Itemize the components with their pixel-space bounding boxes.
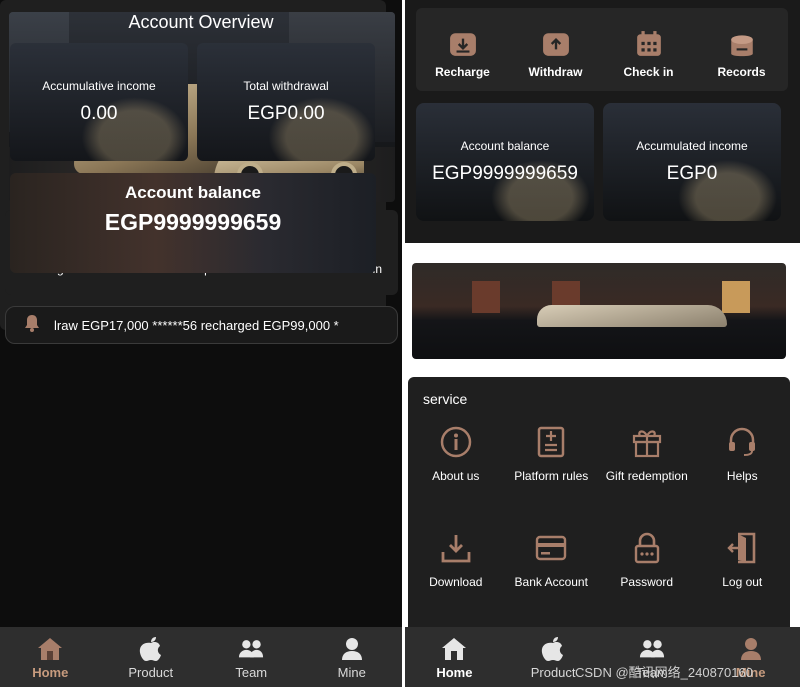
account-overview-title: Account Overview <box>128 12 274 32</box>
nav-home[interactable]: Home <box>405 627 504 687</box>
platform-rules-item[interactable]: Platform rules <box>504 425 600 483</box>
team-icon <box>238 637 264 661</box>
records-button[interactable]: Records <box>695 8 788 91</box>
nav-team-label: Team <box>235 665 268 680</box>
account-balance-value: EGP9999999659 <box>432 163 578 184</box>
right-quick-actions-bar: Recharge Withdraw Check in Records <box>416 8 788 91</box>
password-item[interactable]: Password <box>599 531 695 589</box>
headset-icon <box>725 425 759 459</box>
gift-redemption-label: Gift redemption <box>605 469 688 483</box>
user-icon <box>738 637 764 661</box>
card-icon <box>534 531 568 565</box>
ticker-text: lraw EGP17,000 ******56 recharged EGP99,… <box>54 317 339 333</box>
gift-redemption-item[interactable]: Gift redemption <box>599 425 695 483</box>
promo-banner-image <box>412 263 786 359</box>
logout-icon <box>725 531 759 565</box>
total-withdrawal-value: EGP0.00 <box>247 103 325 124</box>
lock-icon <box>630 531 664 565</box>
service-card: service About us Platform rules Gift red… <box>408 377 790 637</box>
service-grid: About us Platform rules Gift redemption … <box>408 425 790 589</box>
nav-mine-label: Mine <box>337 665 366 680</box>
gift-icon <box>630 425 664 459</box>
home-icon <box>441 637 467 661</box>
helps-item[interactable]: Helps <box>695 425 791 483</box>
accumulative-income-value: 0.00 <box>80 103 118 124</box>
check-in-button[interactable]: Check in <box>602 8 695 91</box>
log-out-item[interactable]: Log out <box>695 531 791 589</box>
bottom-nav: Home Product Team Mine <box>0 627 402 687</box>
user-icon <box>339 637 365 661</box>
nav-product[interactable]: Product <box>101 627 202 687</box>
nav-product-label: Product <box>530 665 576 680</box>
recharge-button[interactable]: Recharge <box>416 8 509 91</box>
withdraw-icon <box>542 30 570 58</box>
account-balance-tile: Account balance EGP9999999659 <box>416 103 594 221</box>
accumulated-income-tile: Accumulated income EGP0 <box>603 103 781 221</box>
download-item[interactable]: Download <box>408 531 504 589</box>
accumulated-income-value: EGP0 <box>666 163 718 184</box>
csdn-watermark: CSDN @酷讯网络_240870160 <box>575 665 753 680</box>
total-withdrawal-label: Total withdrawal <box>243 79 329 93</box>
records-label: Records <box>717 65 766 79</box>
records-icon <box>728 30 756 58</box>
apple-icon <box>540 637 566 661</box>
rules-icon <box>534 425 568 459</box>
bell-icon <box>24 314 40 337</box>
about-us-label: About us <box>432 469 480 483</box>
download-label: Download <box>429 575 483 589</box>
withdraw-label: Withdraw <box>528 65 583 79</box>
accumulative-income-label: Accumulative income <box>42 79 156 93</box>
account-balance-label: Account balance <box>124 183 262 202</box>
check-in-label: Check in <box>623 65 674 79</box>
notification-ticker: lraw EGP17,000 ******56 recharged EGP99,… <box>5 306 398 344</box>
right-screen: Recharge Withdraw Check in Records Accou… <box>405 0 800 687</box>
info-icon <box>439 425 473 459</box>
service-title: service <box>423 391 468 407</box>
account-balance-label: Account balance <box>460 139 550 153</box>
nav-home-label: Home <box>32 665 69 680</box>
account-balance-banner: Account balance EGP9999999659 <box>10 173 376 273</box>
home-icon <box>37 637 63 661</box>
team-icon <box>639 637 665 661</box>
nav-team[interactable]: Team <box>201 627 302 687</box>
nav-mine[interactable]: Mine <box>302 627 403 687</box>
platform-rules-label: Platform rules <box>514 469 589 483</box>
nav-home[interactable]: Home <box>0 627 101 687</box>
helps-label: Helps <box>726 469 758 483</box>
bank-account-label: Bank Account <box>514 575 588 589</box>
download-tray-icon <box>439 531 473 565</box>
withdraw-button[interactable]: Withdraw <box>509 8 602 91</box>
nav-product-label: Product <box>128 665 174 680</box>
recharge-icon <box>449 30 477 58</box>
account-balance-value: EGP9999999659 <box>104 209 282 235</box>
password-label: Password <box>620 575 674 589</box>
accumulative-income-tile: Accumulative income 0.00 <box>10 43 188 161</box>
about-us-item[interactable]: About us <box>408 425 504 483</box>
bank-account-item[interactable]: Bank Account <box>504 531 600 589</box>
calendar-icon <box>635 30 663 58</box>
nav-home-label: Home <box>436 665 473 680</box>
log-out-label: Log out <box>722 575 763 589</box>
left-screen: Recharge Withdraw Helps Download Check i… <box>0 0 402 687</box>
recharge-label: Recharge <box>435 65 490 79</box>
total-withdrawal-tile: Total withdrawal EGP0.00 <box>197 43 375 161</box>
apple-icon <box>138 637 164 661</box>
accumulated-income-label: Accumulated income <box>636 139 748 153</box>
